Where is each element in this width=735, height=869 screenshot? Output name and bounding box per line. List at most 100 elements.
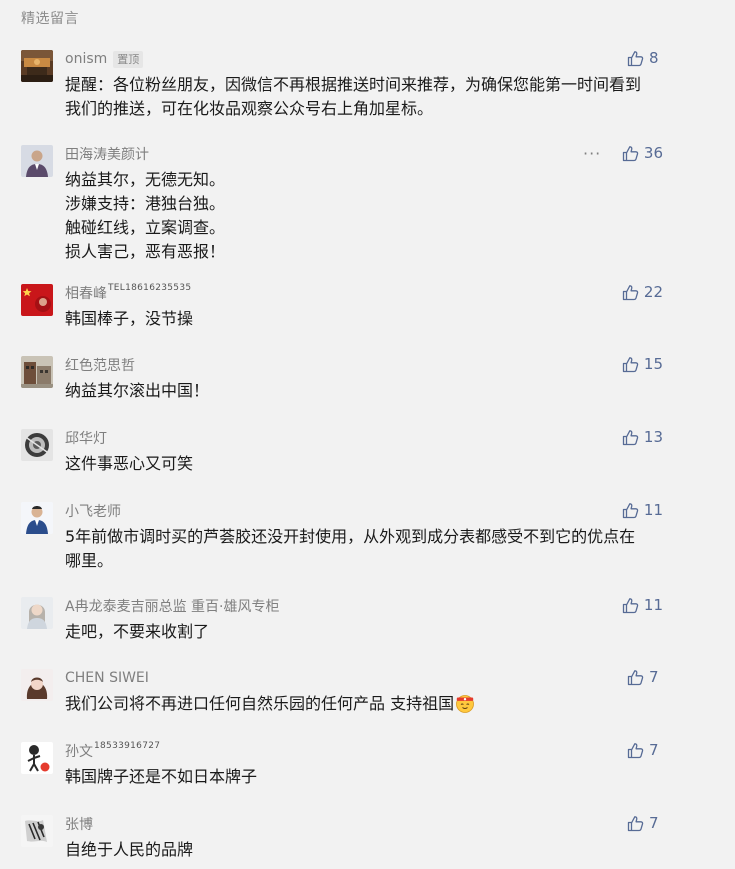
comment-line: 触碰红线，立案调查。	[65, 218, 226, 237]
comment-text: 这件事恶心又可笑	[65, 452, 675, 476]
comment-line: 韩国牌子还是不如日本牌子	[65, 767, 258, 786]
thumbs-up-icon	[622, 597, 639, 613]
like-count: 7	[649, 741, 659, 759]
avatar-flag-red-icon	[21, 284, 53, 316]
comment-text: 5年前做市调时买的芦荟胶还没开封使用，从外观到成分表都感受不到它的优点在 哪里。	[65, 525, 675, 573]
author-name[interactable]: 红色范思哲	[65, 355, 135, 375]
headband-emoji-icon	[456, 695, 474, 713]
avatar[interactable]	[21, 356, 53, 388]
comment-author: 邱华灯	[65, 428, 107, 448]
like-button[interactable]: 13	[622, 426, 663, 448]
thumbs-up-icon	[622, 502, 639, 518]
like-count: 7	[649, 814, 659, 832]
author-name-suffix: TEL18616235535	[108, 283, 192, 293]
like-count: 11	[643, 501, 663, 519]
comment-line: 自绝于人民的品牌	[65, 840, 194, 859]
comment-text: 韩国牌子还是不如日本牌子	[65, 765, 675, 789]
like-count: 22	[643, 283, 663, 301]
thumbs-up-icon	[622, 284, 639, 300]
like-button[interactable]: 11	[622, 499, 663, 521]
avatar[interactable]	[21, 502, 53, 534]
avatar[interactable]	[21, 742, 53, 774]
pinned-badge: 置顶	[113, 50, 144, 68]
like-button[interactable]: 7	[627, 666, 663, 688]
author-name[interactable]: 小飞老师	[65, 501, 121, 521]
thumbs-up-icon	[627, 742, 644, 758]
comment-line: 这件事恶心又可笑	[65, 454, 194, 473]
comment-author: CHEN SIWEI	[65, 668, 149, 688]
comment-text: 走吧，不要来收割了	[65, 620, 675, 644]
comment-author: 小飞老师	[65, 501, 121, 521]
like-count: 36	[643, 144, 663, 162]
comment-line: 纳益其尔滚出中国！	[65, 381, 210, 400]
comment-line: 涉嫌支持：港独台独。	[65, 194, 226, 213]
author-name[interactable]: onism	[65, 51, 107, 67]
like-count: 15	[643, 355, 663, 373]
avatar-landscape-warm-icon	[21, 50, 53, 82]
comment-author: A冉龙泰麦吉丽总监 重百·雄风专柜	[65, 596, 279, 616]
comment-author: 张博	[65, 814, 93, 834]
avatar[interactable]	[21, 815, 53, 847]
comment-line: 走吧，不要来收割了	[65, 622, 210, 641]
like-button[interactable]: 11	[622, 594, 663, 616]
like-button[interactable]: 7	[627, 739, 663, 761]
avatar[interactable]	[21, 429, 53, 461]
comment-text: 纳益其尔滚出中国！	[65, 379, 675, 403]
author-name[interactable]: A冉龙泰麦吉丽总监 重百·雄风专柜	[65, 596, 279, 616]
comment-text: 自绝于人民的品牌	[65, 838, 675, 862]
thumbs-up-icon	[622, 356, 639, 372]
comment-line: 哪里。	[65, 551, 114, 570]
author-name[interactable]: 邱华灯	[65, 428, 107, 448]
avatar[interactable]	[21, 50, 53, 82]
comment-author: 红色范思哲	[65, 355, 135, 375]
more-options-icon[interactable]: ···	[583, 146, 601, 162]
author-name[interactable]: 相春峰	[65, 283, 107, 303]
like-button[interactable]: 8	[627, 47, 663, 69]
comment-author: onism 置顶	[65, 49, 144, 69]
avatar-round-object-icon	[21, 429, 53, 461]
comment-line: 纳益其尔，无德无知。	[65, 170, 226, 189]
comment-text: 我们公司将不再进口任何自然乐园的任何产品 支持祖国	[65, 692, 675, 716]
avatar-person-suit-icon	[21, 145, 53, 177]
avatar-woman-light-icon	[21, 597, 53, 629]
comment-line-text: 我们公司将不再进口任何自然乐园的任何产品 支持祖国	[65, 694, 455, 713]
thumbs-up-icon	[627, 669, 644, 685]
avatar-person-blue-icon	[21, 502, 53, 534]
author-name[interactable]: CHEN SIWEI	[65, 670, 149, 686]
like-button[interactable]: 36	[622, 142, 663, 164]
comment-text: 纳益其尔，无德无知。 涉嫌支持：港独台独。 触碰红线，立案调查。 损人害己，恶有…	[65, 168, 675, 264]
comment-author: 孙文 18533916727	[65, 741, 160, 761]
comment-text: 提醒：各位粉丝朋友，因微信不再根据推送时间来推荐，为确保您能第一时间看到 我们的…	[65, 73, 675, 121]
avatar[interactable]	[21, 597, 53, 629]
like-count: 13	[643, 428, 663, 446]
comment-line: 我们的推送，可在化妆品观察公众号右上角加星标。	[65, 99, 434, 118]
thumbs-up-icon	[627, 815, 644, 831]
comment-line: 5年前做市调时买的芦荟胶还没开封使用，从外观到成分表都感受不到它的优点在	[65, 527, 636, 546]
comment-line: 韩国棒子，没节操	[65, 309, 194, 328]
comment-line: 损人害己，恶有恶报！	[65, 242, 226, 261]
like-count: 11	[643, 596, 663, 614]
comment-text: 韩国棒子，没节操	[65, 307, 675, 331]
like-count: 8	[649, 49, 659, 67]
comment-author: 田海涛美颜计	[65, 144, 149, 164]
avatar[interactable]	[21, 284, 53, 316]
author-name-suffix: 18533916727	[94, 741, 161, 751]
avatar[interactable]	[21, 669, 53, 701]
thumbs-up-icon	[622, 145, 639, 161]
comment-line: 提醒：各位粉丝朋友，因微信不再根据推送时间来推荐，为确保您能第一时间看到	[65, 75, 642, 94]
section-title: 精选留言	[21, 11, 79, 27]
avatar-woman-hair-icon	[21, 669, 53, 701]
comment-author: 相春峰 TEL18616235535	[65, 283, 191, 303]
like-button[interactable]: 15	[622, 353, 663, 375]
like-button[interactable]: 7	[627, 812, 663, 834]
avatar-building-icon	[21, 356, 53, 388]
author-name[interactable]: 张博	[65, 814, 93, 834]
thumbs-up-icon	[622, 429, 639, 445]
comment-line: 我们公司将不再进口任何自然乐园的任何产品 支持祖国	[65, 692, 675, 716]
comments-page: 精选留言 onism 置顶 8 提醒：各位粉丝朋友，因微信不再根据推送时间来推荐…	[0, 0, 735, 869]
avatar-cartoon-icon	[21, 742, 53, 774]
author-name[interactable]: 孙文	[65, 741, 93, 761]
like-button[interactable]: 22	[622, 281, 663, 303]
author-name[interactable]: 田海涛美颜计	[65, 144, 149, 164]
avatar[interactable]	[21, 145, 53, 177]
